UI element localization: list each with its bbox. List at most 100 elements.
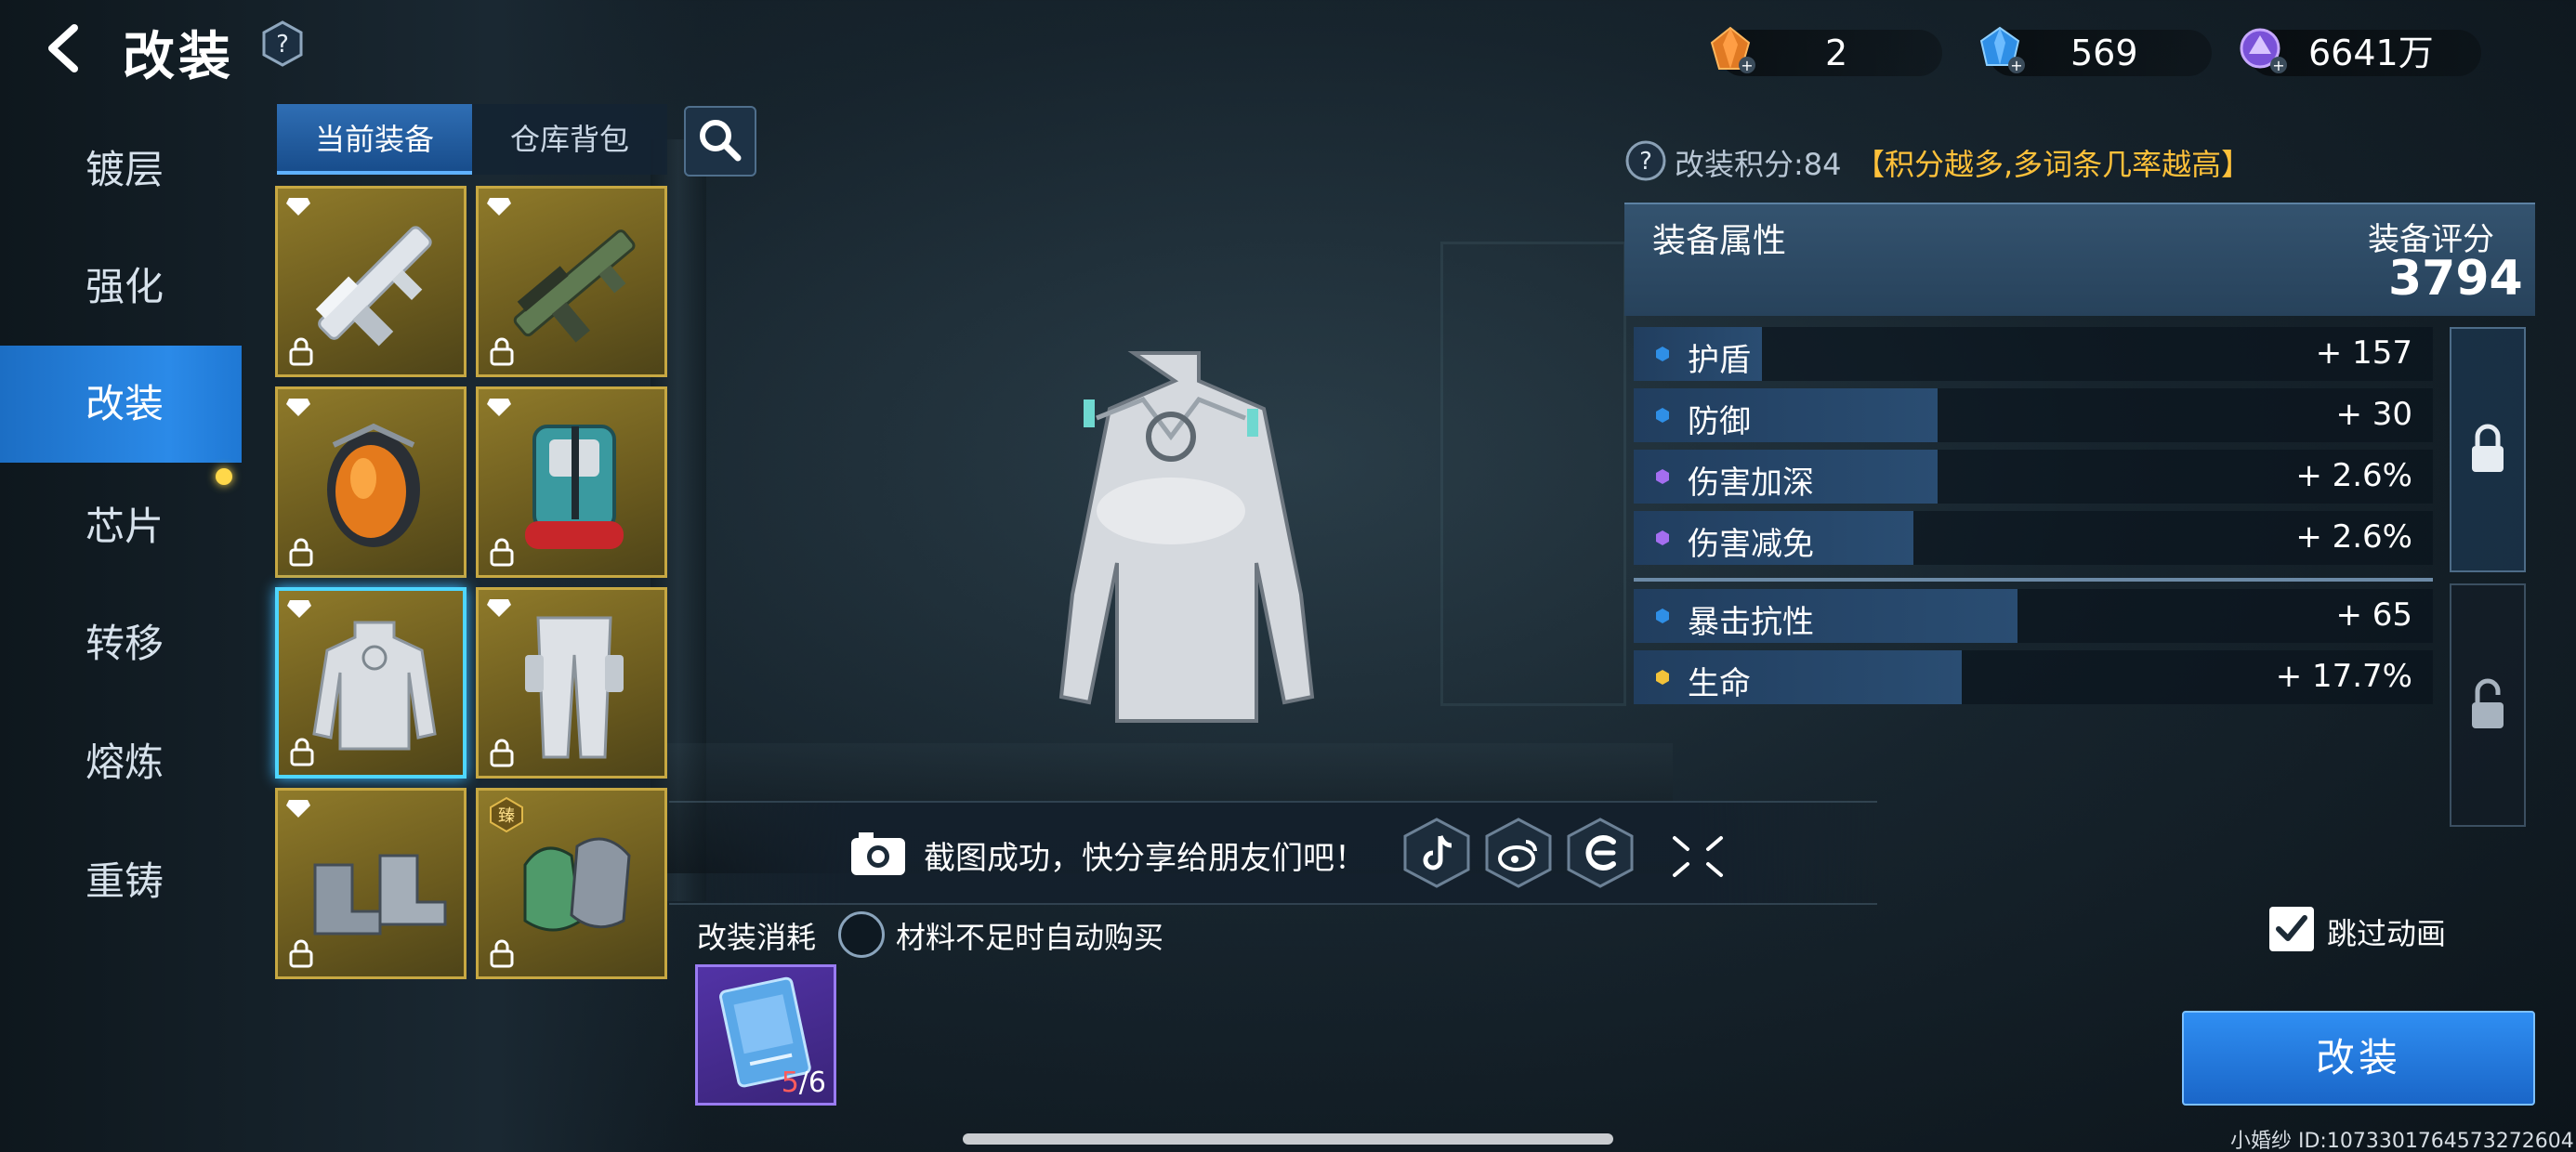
- stat-row: 防御 + 30: [1634, 388, 2433, 442]
- backpack-icon: [525, 425, 624, 549]
- inventory-slot-helmet[interactable]: [275, 386, 467, 578]
- inventory-slot-armor-pants[interactable]: [476, 587, 667, 779]
- inventory-slot-gloves[interactable]: 臻: [476, 788, 667, 979]
- svg-text:+: +: [2010, 57, 2022, 74]
- lock-icon: [289, 939, 313, 968]
- modify-button[interactable]: 改装: [2182, 1011, 2535, 1106]
- svg-text:+: +: [1741, 57, 1753, 74]
- share-prompt: 截图成功，快分享给朋友们吧！: [924, 840, 1366, 877]
- auto-buy-radio[interactable]: [838, 911, 885, 958]
- unlock-icon: [2472, 678, 2504, 728]
- green-rifle-icon: [513, 229, 636, 343]
- svg-text:?: ?: [1639, 148, 1652, 176]
- stat-name: 伤害加深: [1688, 465, 1814, 502]
- orange-crystal-icon[interactable]: +: [1702, 22, 1758, 78]
- inventory-slot-rifle-green[interactable]: [476, 186, 667, 377]
- svg-text:+: +: [2272, 57, 2284, 74]
- inventory-slot-armor-top[interactable]: [275, 587, 467, 779]
- lock-icon: [290, 738, 314, 766]
- currency-purple-value: 6641万: [2308, 33, 2434, 73]
- tab-current-equipment[interactable]: 当前装备: [277, 104, 472, 175]
- material-count: 5/6: [782, 1067, 826, 1099]
- lock-icon: [490, 538, 514, 567]
- lock-icon: [289, 538, 313, 567]
- helmet-icon: [327, 423, 420, 547]
- svg-text:?: ?: [276, 31, 289, 59]
- material-card[interactable]: 5/6: [695, 964, 836, 1106]
- blue-gem-icon[interactable]: +: [1972, 22, 2028, 78]
- lock-icon: [490, 739, 514, 767]
- quality-hex-icon: [1656, 347, 1669, 361]
- collapse-icon[interactable]: [1669, 832, 1727, 881]
- currency-orange-value: 2: [1825, 33, 1848, 73]
- side-nav: 镀层 强化 改装 芯片 转移 熔炼 重铸: [0, 111, 242, 948]
- purple-coin-icon[interactable]: +: [2234, 22, 2290, 78]
- material-need: /6: [798, 1067, 826, 1099]
- stat-row: 伤害减免 + 2.6%: [1634, 511, 2433, 565]
- back-arrow-icon[interactable]: [37, 20, 93, 76]
- stat-name: 暴击抗性: [1688, 604, 1814, 641]
- quality-hex-icon: [1656, 609, 1669, 623]
- page-title: 改装: [123, 27, 234, 87]
- quality-hex-icon: [1656, 530, 1669, 545]
- question-mark-icon[interactable]: ?: [262, 20, 303, 67]
- quality-hex-icon: [1656, 670, 1669, 685]
- material-have: 5: [781, 1067, 799, 1099]
- home-indicator[interactable]: [963, 1133, 1613, 1145]
- skip-animation-checkbox[interactable]: [2269, 907, 2314, 951]
- stat-row: 护盾 + 157: [1634, 327, 2433, 381]
- notification-dot: [216, 468, 232, 485]
- lock-icon: [490, 939, 514, 968]
- mod-score-tip: 【积分越多,多词条几率越高】: [1855, 147, 2252, 182]
- mod-score-label: 改装积分:84: [1675, 147, 1842, 182]
- auto-buy-label[interactable]: 材料不足时自动购买: [896, 914, 1163, 957]
- background-door: [1440, 242, 1626, 706]
- stats-header-label: 装备属性: [1652, 222, 1787, 260]
- weibo-icon[interactable]: [1483, 818, 1554, 888]
- cost-label: 改装消耗: [697, 920, 817, 955]
- stat-name: 护盾: [1688, 342, 1751, 379]
- stat-value: + 157: [2315, 334, 2412, 372]
- nav-item-recast[interactable]: 重铸: [0, 823, 242, 940]
- lock-icon: [490, 337, 514, 366]
- search-button[interactable]: [684, 106, 756, 177]
- stat-value: + 17.7%: [2275, 658, 2412, 695]
- lock-toggle-bottom[interactable]: [2450, 583, 2526, 827]
- quality-hex-icon: [1656, 408, 1669, 423]
- stat-name: 伤害减免: [1688, 526, 1814, 563]
- inventory-slot-boots[interactable]: [275, 788, 467, 979]
- lock-icon: [2472, 424, 2504, 472]
- search-icon: [700, 120, 742, 162]
- stat-fill-bar: [1634, 650, 1962, 704]
- rating-value: 3794: [2388, 251, 2523, 307]
- lock-toggle-top[interactable]: [2450, 327, 2526, 572]
- nav-item-chip[interactable]: 芯片: [0, 468, 242, 585]
- nav-item-plating[interactable]: 镀层: [0, 111, 242, 229]
- nav-item-smelt[interactable]: 熔炼: [0, 704, 242, 821]
- stat-value: + 2.6%: [2295, 518, 2412, 556]
- currency-blue-value: 569: [2070, 33, 2138, 73]
- nav-item-transfer[interactable]: 转移: [0, 585, 242, 702]
- stat-value: + 65: [2335, 596, 2412, 634]
- nav-item-modify[interactable]: 改装: [0, 346, 242, 463]
- stat-value: + 2.6%: [2295, 457, 2412, 494]
- stats-divider: [1634, 578, 2433, 582]
- camera-icon: [848, 827, 909, 879]
- armor-top-icon: [312, 621, 437, 751]
- inventory-slot-backpack[interactable]: [476, 386, 667, 578]
- stat-name: 生命: [1688, 665, 1751, 702]
- skip-animation-label[interactable]: 跳过动画: [2327, 910, 2446, 953]
- stat-row: 生命 + 17.7%: [1634, 650, 2433, 704]
- nav-item-enhance[interactable]: 强化: [0, 229, 242, 346]
- stat-value: + 30: [2335, 396, 2412, 433]
- inventory-slot-rifle-silver[interactable]: [275, 186, 467, 377]
- share-c-icon[interactable]: [1565, 818, 1636, 888]
- silver-rifle-icon: [315, 226, 432, 347]
- gloves-icon: [523, 837, 631, 932]
- tiktok-icon[interactable]: [1401, 818, 1472, 888]
- stat-name: 防御: [1688, 403, 1751, 440]
- score-help-icon[interactable]: ?: [1624, 139, 1667, 182]
- equipment-preview[interactable]: [985, 334, 1357, 743]
- player-id: 小婚纱 ID:107330176457327260​4: [2230, 1130, 2574, 1152]
- tab-warehouse[interactable]: 仓库背包: [472, 104, 667, 175]
